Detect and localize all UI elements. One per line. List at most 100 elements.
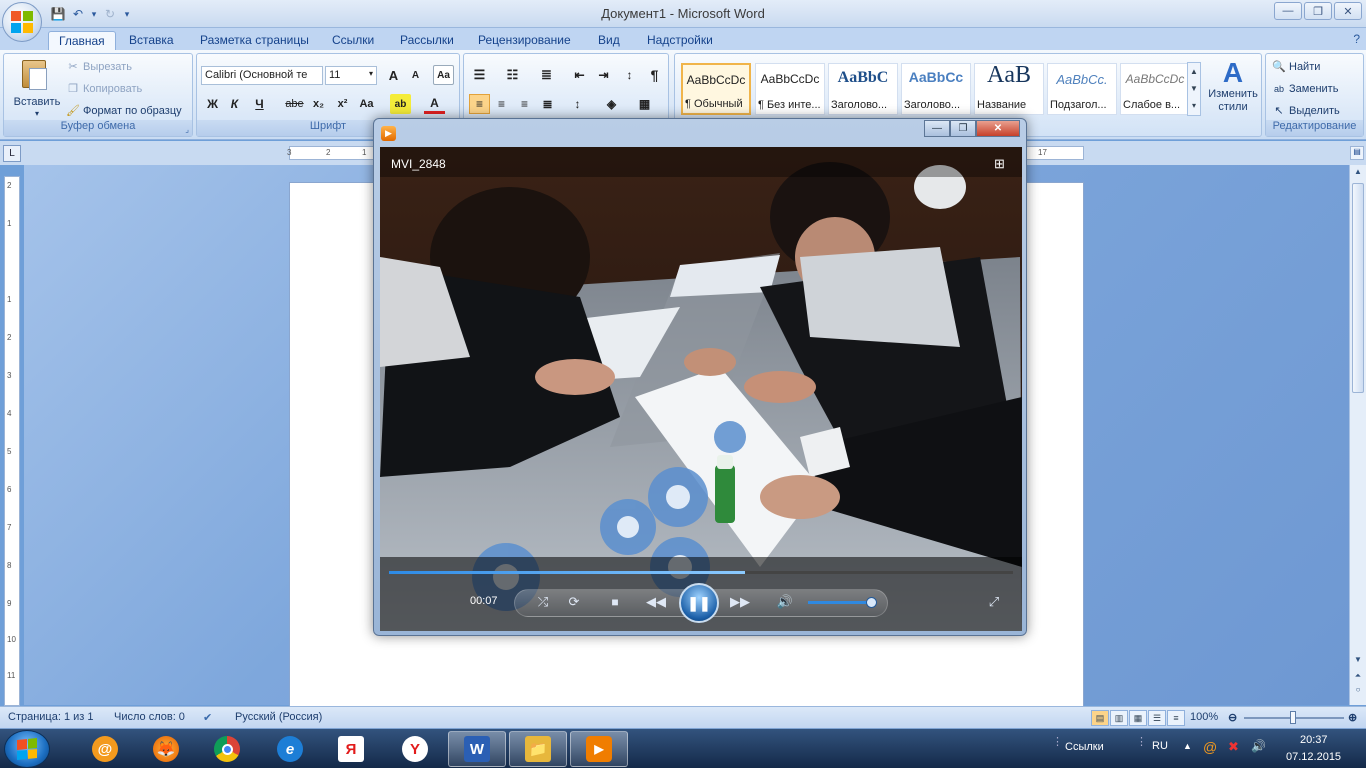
font-name-combo[interactable]: Calibri (Основной те [201,66,323,85]
office-button[interactable] [2,2,42,42]
format-painter-button[interactable]: 🖌 Формат по образцу [66,104,182,118]
print-layout-icon[interactable]: ▤ [1091,710,1109,726]
clock-time[interactable]: 20:37 [1300,734,1328,746]
outline-icon[interactable]: ☰ [1148,710,1166,726]
tab-references[interactable]: Ссылки [322,31,384,50]
word-count[interactable]: Число слов: 0 [114,711,185,723]
style-heading-2[interactable]: AaBbCc Заголово... [901,63,971,115]
tab-home[interactable]: Главная [48,31,116,50]
zoom-out-icon[interactable]: ⊖ [1228,711,1237,724]
increase-indent-icon[interactable]: ⇥ [593,65,614,85]
switch-to-library-icon[interactable]: ⊞ [994,157,1010,171]
taskbar-chrome[interactable] [198,731,256,767]
tab-insert[interactable]: Вставка [119,31,184,50]
tab-page-layout[interactable]: Разметка страницы [190,31,319,50]
style-normal[interactable]: AaBbCcDc ¶ Обычный [681,63,751,115]
bold-button[interactable]: Ж [202,94,223,114]
style-heading-1[interactable]: AaBbC Заголово... [828,63,898,115]
highlight-icon[interactable]: ab [390,94,411,114]
dialog-launcher-icon[interactable]: ⌟ [185,125,189,134]
language[interactable]: Русский (Россия) [235,711,322,723]
view-ruler-icon[interactable]: ▤ [1350,146,1364,160]
styles-scroll[interactable]: ▲ ▼ ▾ [1187,62,1201,116]
underline-button[interactable]: Ч [249,94,270,114]
taskbar-explorer[interactable]: 📁 [509,731,567,767]
paste-button[interactable]: Вставить ▾ [12,58,60,118]
find-button[interactable]: 🔍 Найти [1272,60,1320,74]
style-subtitle[interactable]: AaBbCc. Подзагол... [1047,63,1117,115]
taskbar-firefox[interactable]: 🦊 [137,731,195,767]
scroll-up-icon[interactable]: ▲ [1352,167,1364,179]
numbering-icon[interactable]: ☷ [502,65,523,85]
tab-selector[interactable]: L [3,145,21,162]
subscript-button[interactable]: x₂ [308,94,329,114]
zoom-level[interactable]: 100% [1190,711,1218,723]
font-size-combo[interactable]: 11 ▾ [325,66,377,85]
close-button[interactable]: ✕ [1334,2,1362,20]
align-right-icon[interactable]: ≡ [514,94,535,114]
minimize-button[interactable]: — [1274,2,1302,20]
scroll-down-icon[interactable]: ▼ [1352,655,1364,667]
font-color-icon[interactable]: A [424,94,445,114]
cut-button[interactable]: ✂ Вырезать [66,60,132,74]
help-icon[interactable]: ? [1353,32,1360,46]
italic-button[interactable]: К [224,94,245,114]
copy-button[interactable]: ❐ Копировать [66,82,142,96]
style-no-spacing[interactable]: AaBbCcDc ¶ Без инте... [755,63,825,115]
style-title[interactable]: AaB Название [974,63,1044,115]
align-center-icon[interactable]: ≡ [491,94,512,114]
align-left-icon[interactable]: ≡ [469,94,490,114]
full-screen-reading-icon[interactable]: ▥ [1110,710,1128,726]
mute-icon[interactable]: 🔊 [773,591,797,613]
shrink-font-button[interactable]: A [405,65,426,85]
line-spacing-icon[interactable]: ↕ [567,94,588,114]
taskbar-media-player[interactable]: ▶ [570,731,628,767]
draft-icon[interactable]: ≡ [1167,710,1185,726]
borders-icon[interactable]: ▦ [634,94,655,114]
clear-format-icon[interactable]: Aa [433,65,454,85]
fullscreen-icon[interactable]: ⤢ [982,591,1006,613]
browse-object-icon[interactable]: ○ [1352,685,1364,697]
taskbar-internet-explorer[interactable]: e [261,731,319,767]
mail-agent-tray-icon[interactable]: @ [1203,739,1217,755]
repeat-icon[interactable]: ⟳ [562,591,586,613]
video-frame[interactable]: MVI_2848 ⊞ 00:07 ⤮ ⟳ ■ ◀◀ ❚❚ ▶▶ 🔊 ⤢ [380,147,1022,631]
vertical-ruler[interactable]: 2 1 1 2 3 4 5 6 7 8 9 10 11 [4,176,20,706]
volume-tray-icon[interactable]: 🔊 [1251,739,1266,753]
tab-mailings[interactable]: Рассылки [390,31,464,50]
web-layout-icon[interactable]: ▦ [1129,710,1147,726]
next-icon[interactable]: ▶▶ [728,591,752,613]
player-minimize-button[interactable]: — [924,120,950,137]
tab-review[interactable]: Рецензирование [468,31,581,50]
player-restore-button[interactable]: ❐ [950,120,976,137]
change-styles-button[interactable]: A Изменить стили [1205,58,1261,120]
multilevel-list-icon[interactable]: ≣ [536,65,557,85]
shading-icon[interactable]: ◈ [601,94,622,114]
taskbar-word[interactable]: W [448,731,506,767]
links-toolbar[interactable]: Ссылки [1065,741,1104,753]
grow-font-button[interactable]: A [383,65,404,85]
media-player-window[interactable]: ▶ — ❐ ✕ MVI_2848 ⊞ 00:07 ⤮ ⟳ ■ ◀◀ ❚❚ ▶▶ … [373,118,1027,636]
taskbar-yandex[interactable]: Я [322,731,380,767]
show-hidden-icons[interactable]: ▲ [1183,741,1192,751]
superscript-button[interactable]: x² [332,94,353,114]
network-warning-icon[interactable]: ✖ [1228,739,1239,755]
bullets-icon[interactable]: ☰ [469,65,490,85]
shuffle-icon[interactable]: ⤮ [531,591,555,613]
scrollbar-thumb[interactable] [1352,183,1364,393]
style-subtle-emphasis[interactable]: AaBbCcDc Слабое в... [1120,63,1190,115]
taskbar-yandex-browser[interactable]: Y [386,731,444,767]
tab-view[interactable]: Вид [588,31,630,50]
restore-button[interactable]: ❐ [1304,2,1332,20]
replace-button[interactable]: ab Заменить [1272,82,1338,96]
previous-page-icon[interactable]: ⏶ [1352,671,1364,683]
zoom-in-icon[interactable]: ⊕ [1348,711,1357,724]
sort-icon[interactable]: ↕ [619,65,640,85]
clock-date[interactable]: 07.12.2015 [1286,751,1341,763]
previous-icon[interactable]: ◀◀ [644,591,668,613]
tab-addins[interactable]: Надстройки [637,31,723,50]
volume-slider-thumb[interactable] [866,597,877,608]
seek-bar[interactable] [389,571,1013,574]
vertical-scrollbar[interactable]: ▲ ▼ ⏶ ○ [1349,165,1366,705]
select-button[interactable]: ↖ Выделить [1272,104,1339,118]
